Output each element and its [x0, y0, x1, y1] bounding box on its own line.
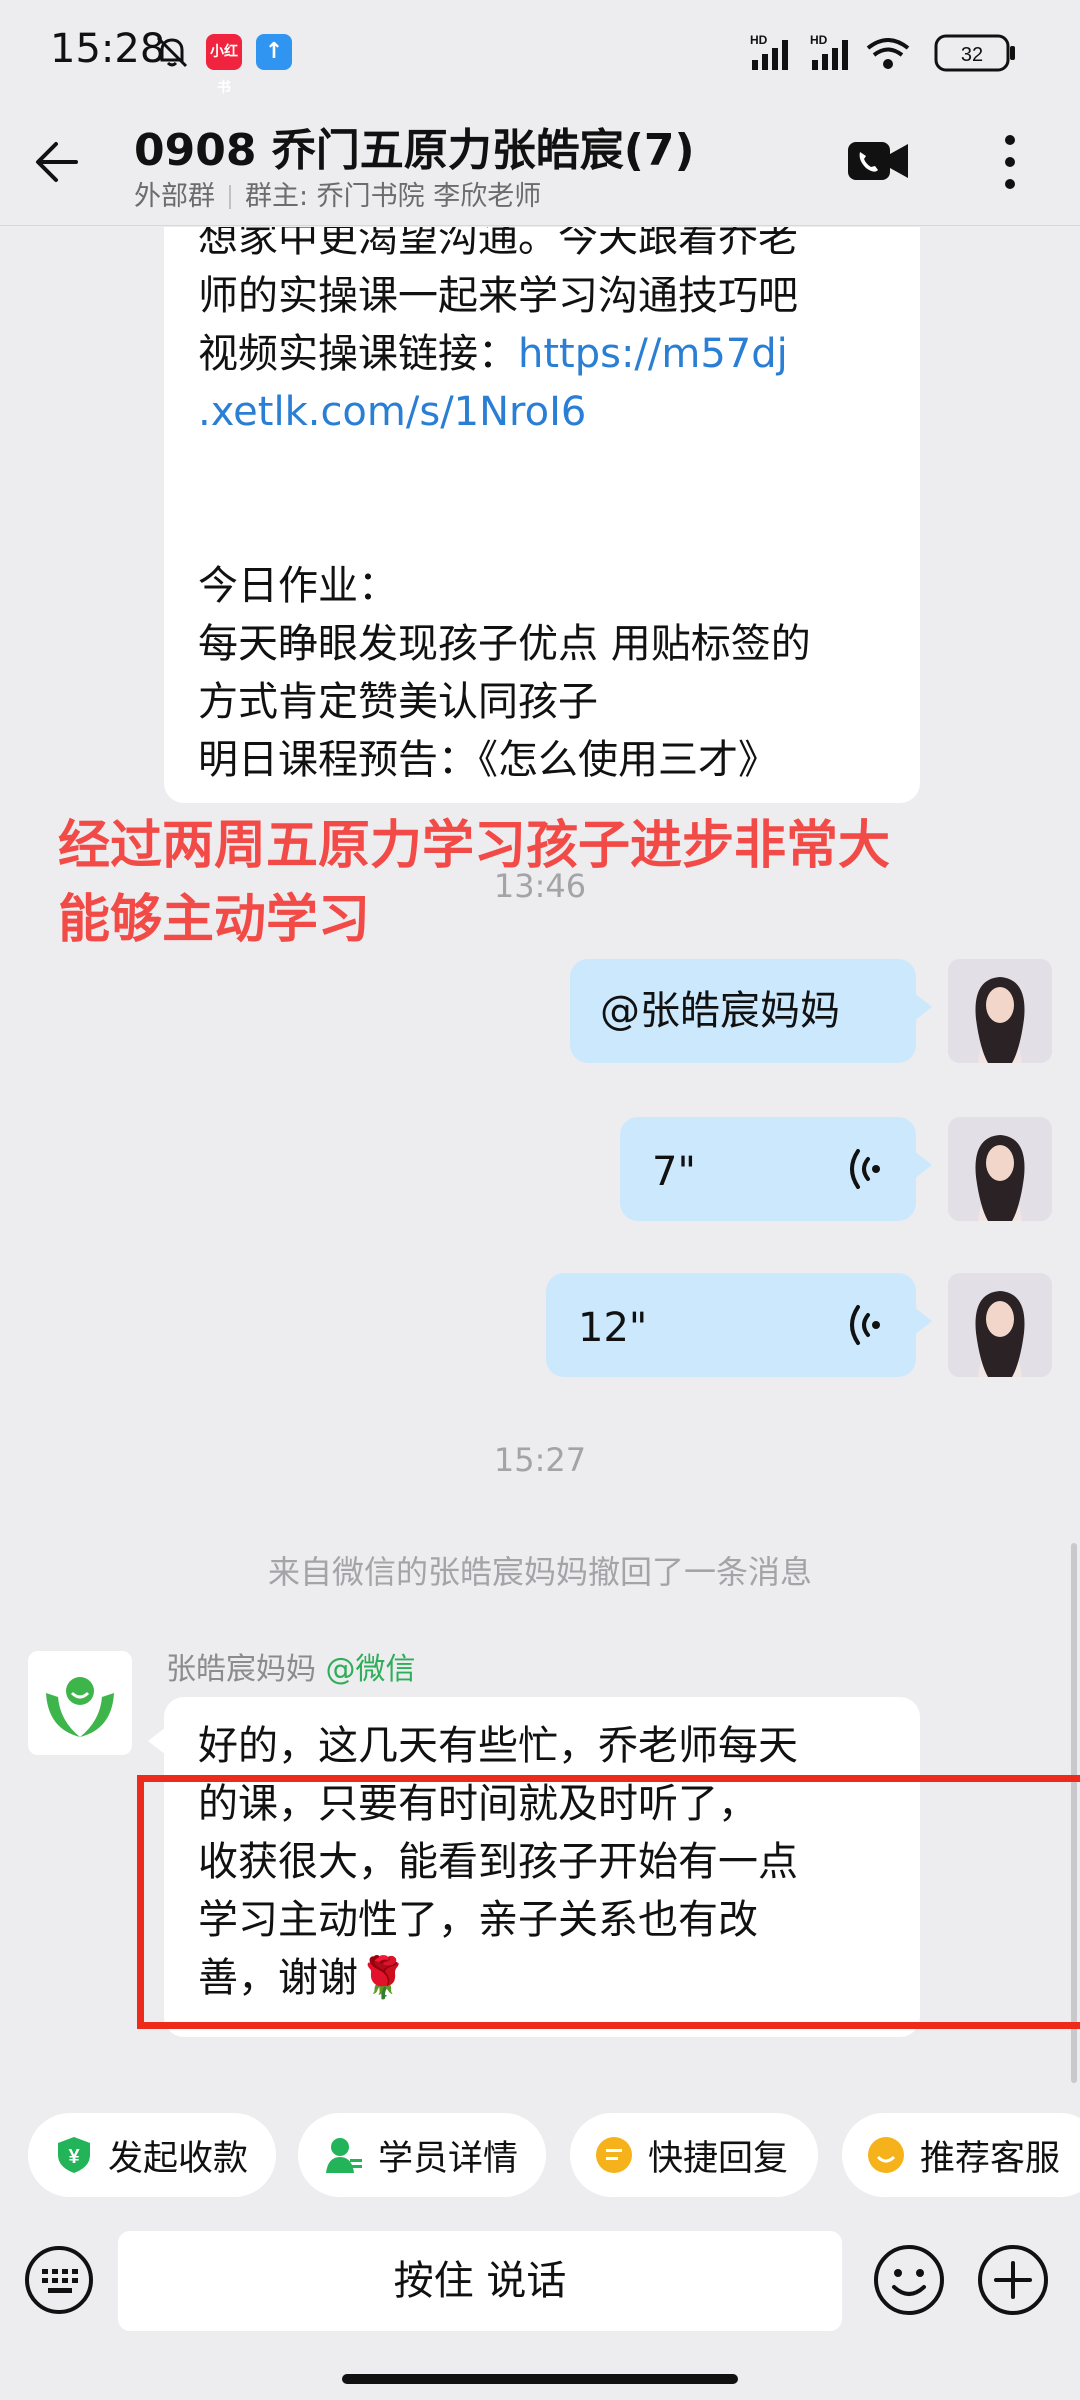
quick-actions-bar: ¥ 发起收款 学员详情 快捷回复 推荐客服 — [0, 2083, 1080, 2215]
more-options-icon[interactable] — [990, 130, 1030, 194]
recall-notice: 来自微信的张皓宸妈妈撤回了一条消息 — [267, 1553, 812, 1591]
chat-header: 0908 乔门五原力张皓宸(7) 外部群 群主: 乔门书院 李欣老师 — [0, 108, 1080, 226]
quick-reply-button[interactable]: 快捷回复 — [570, 2113, 818, 2197]
mention-message-bubble[interactable]: @张皓宸妈妈 — [570, 959, 932, 1063]
sender-avatar[interactable] — [28, 1651, 132, 1755]
keyboard-icon[interactable] — [24, 2245, 94, 2315]
mention-text: @张皓宸妈妈 — [600, 988, 840, 1034]
chip-label: 发起收款 — [108, 2138, 249, 2179]
my-avatar[interactable] — [948, 1117, 1052, 1221]
battery-level: 32 — [961, 44, 983, 66]
red-highlight-box — [137, 1775, 1080, 2029]
message-text-line: 好的，这几天有些忙，乔老师每天 — [198, 1723, 798, 1769]
svg-text:HD: HD — [810, 33, 828, 47]
my-avatar[interactable] — [948, 1273, 1052, 1377]
service-icon — [868, 2137, 904, 2173]
sender-name[interactable]: 张皓宸妈妈 @微信 — [166, 1644, 416, 1688]
chip-label: 推荐客服 — [920, 2138, 1061, 2179]
recommend-service-button[interactable]: 推荐客服 — [842, 2113, 1080, 2197]
voice-wave-icon — [850, 1149, 880, 1189]
group-subtitle: 外部群 群主: 乔门书院 李欣老师 — [134, 174, 541, 213]
voice-message-bubble[interactable]: 7" — [620, 1117, 932, 1221]
xiaohongshu-icon: 小红书 — [206, 34, 242, 96]
homework-title: 今日作业： — [198, 563, 398, 609]
portrait-image — [948, 1273, 1052, 1377]
status-time: 15:28 — [50, 26, 166, 72]
network-label-1: HD — [750, 33, 768, 47]
green-hands-logo-icon — [46, 1677, 114, 1737]
homework-line: 方式肯定赞美认同孩子 — [198, 679, 598, 725]
portrait-image — [948, 1117, 1052, 1221]
upload-app-icon: ↑ — [256, 34, 292, 70]
voice-duration: 7" — [652, 1149, 696, 1195]
start-payment-button[interactable]: ¥ 发起收款 — [28, 2113, 276, 2197]
message-text-line: 想家中更渴望沟通。今天跟着乔老 — [198, 227, 798, 261]
voice-wave-icon — [850, 1305, 880, 1345]
course-link-continued[interactable]: .xetlk.com/s/1NroI6 — [198, 383, 886, 441]
quick-reply-icon — [596, 2137, 632, 2173]
svg-text:¥: ¥ — [68, 2146, 80, 2168]
my-avatar[interactable] — [948, 959, 1052, 1063]
student-icon — [326, 2138, 362, 2173]
payment-shield-icon: ¥ — [58, 2137, 90, 2173]
emoji-icon[interactable] — [872, 2243, 946, 2317]
group-owner: 群主: 乔门书院 李欣老师 — [245, 181, 542, 212]
status-indicators: HD HD 32 — [750, 33, 1015, 72]
input-bar: 按住 说话 — [0, 2215, 1080, 2400]
status-bar: 15:28 小红书 ↑ HD HD 32 — [0, 0, 1080, 108]
video-call-icon[interactable] — [846, 138, 910, 184]
group-title[interactable]: 0908 乔门五原力张皓宸(7) — [134, 114, 695, 178]
course-link[interactable]: https://m57dj — [518, 331, 788, 377]
wechat-source-tag: @微信 — [325, 1652, 416, 1687]
course-message-bubble[interactable]: 想家中更渴望沟通。今天跟着乔老 师的实操课一起来学习沟通技巧吧 视频实操课链接：… — [164, 227, 920, 803]
chip-label: 快捷回复 — [648, 2138, 789, 2179]
red-overlay-caption: 经过两周五原力学习孩子进步非常大 能够主动学习 — [58, 816, 891, 950]
message-text-line: 视频实操课链接：https://m57dj — [198, 331, 788, 377]
voice-duration: 12" — [578, 1305, 648, 1351]
plus-icon[interactable] — [976, 2243, 1050, 2317]
voice-message-bubble[interactable]: 12" — [546, 1273, 932, 1377]
timestamp: 15:27 — [493, 1441, 587, 1479]
back-arrow-icon[interactable] — [30, 132, 90, 192]
divider — [229, 185, 231, 209]
homework-line: 每天睁眼发现孩子优点 用贴标签的 — [198, 621, 811, 667]
hold-to-talk-button[interactable]: 按住 说话 — [118, 2231, 842, 2331]
message-text-line: 师的实操课一起来学习沟通技巧吧 — [198, 273, 798, 319]
bell-muted-icon — [156, 36, 188, 68]
portrait-image — [948, 959, 1052, 1063]
student-details-button[interactable]: 学员详情 — [298, 2113, 546, 2197]
chip-label: 学员详情 — [378, 2138, 519, 2179]
home-indicator[interactable] — [342, 2374, 738, 2384]
course-preview: 明日课程预告：《怎么使用三才》 — [198, 737, 778, 783]
external-group-tag: 外部群 — [134, 181, 215, 212]
